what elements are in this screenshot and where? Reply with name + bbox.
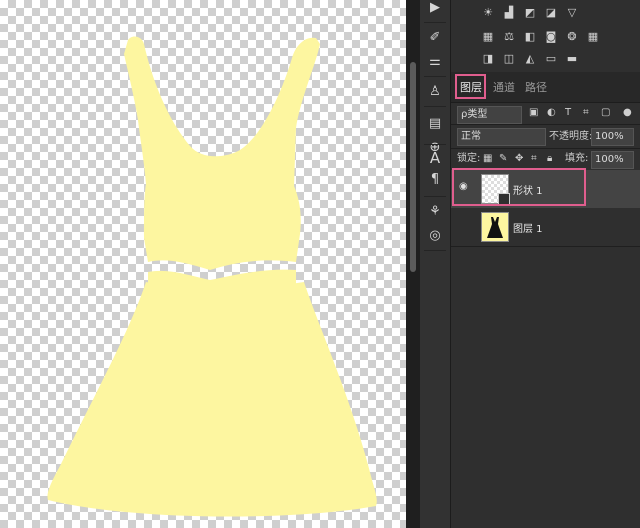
character-icon[interactable]: A	[420, 146, 450, 170]
adjustments-row-3: ◨ ◫ ◭ ▭ ▬	[481, 52, 579, 70]
panel-icon-strip: ▶ ✐ ⚌ ♙ ▤ ⊕ A ¶ ⚘ ◎	[420, 0, 451, 528]
gradient-map-icon[interactable]: ▭	[544, 52, 558, 66]
adjustment-filter-icon[interactable]: ◐	[547, 104, 556, 122]
scrollbar-thumb[interactable]	[410, 62, 416, 272]
curves-icon[interactable]: ◩	[523, 6, 537, 20]
brush-settings-icon[interactable]: ✐	[420, 26, 450, 50]
blend-row: 正常 不透明度: 100%	[451, 126, 640, 148]
dress-shape	[47, 36, 377, 517]
posterize-icon[interactable]: ◫	[502, 52, 516, 66]
photo-filter-icon[interactable]: ◙	[544, 30, 558, 44]
opacity-label: 不透明度:	[549, 131, 593, 142]
invert-icon[interactable]: ◨	[481, 52, 495, 66]
document-canvas[interactable]	[0, 0, 406, 528]
exposure-icon[interactable]: ◪	[544, 6, 558, 20]
libraries-icon[interactable]: ⚘	[420, 200, 450, 224]
threshold-icon[interactable]: ◭	[523, 52, 537, 66]
lock-label: 锁定:	[457, 153, 481, 164]
vibrance-icon[interactable]: ▽	[565, 6, 579, 20]
panel-tabs: 图层 通道 路径	[451, 72, 640, 103]
brightness-icon[interactable]: ☀	[481, 6, 495, 20]
layer-row-pixel[interactable]: 图层 1	[451, 208, 640, 246]
pixel-filter-icon[interactable]: ▣	[529, 104, 538, 122]
lock-artboard-icon[interactable]: ⌗	[531, 150, 537, 168]
type-filter-icon[interactable]: T	[565, 104, 571, 122]
tab-paths[interactable]: 路径	[525, 79, 547, 95]
opacity-field[interactable]: 100%	[591, 128, 634, 146]
fill-field[interactable]: 100%	[591, 151, 634, 169]
dress-bodice	[124, 36, 320, 270]
lock-position-icon[interactable]: ✥	[515, 150, 523, 168]
blend-mode-select[interactable]: 正常	[457, 128, 546, 146]
layer-highlight	[452, 168, 586, 206]
kind-filter-select[interactable]: ρ类型	[457, 106, 522, 124]
filter-row: ρ类型 ▣ ◐ T ⌗ ▢ ●	[451, 104, 640, 126]
lock-transparent-icon[interactable]: ▦	[483, 150, 492, 168]
selective-color-icon[interactable]: ▬	[565, 52, 579, 66]
lock-pixels-icon[interactable]: ✎	[499, 150, 507, 168]
color-balance-icon[interactable]: ⚖	[502, 30, 516, 44]
right-panel-area: ☀ ▟ ◩ ◪ ▽ ▦ ⚖ ◧ ◙ ❂ ▦ ◨ ◫ ◭ ▭ ▬ 图层 通道 路径…	[451, 0, 640, 528]
canvas-scrollbar[interactable]	[406, 0, 420, 528]
paragraph-icon[interactable]: ¶	[420, 168, 450, 192]
lock-all-icon[interactable]: 🔒︎	[547, 150, 552, 168]
fill-label: 填充:	[565, 153, 589, 164]
tab-channels[interactable]: 通道	[493, 79, 515, 95]
shape-filter-icon[interactable]: ⌗	[583, 104, 589, 122]
black-white-icon[interactable]: ◧	[523, 30, 537, 44]
filter-toggle-icon[interactable]: ●	[623, 104, 632, 122]
channel-mixer-icon[interactable]: ❂	[565, 30, 579, 44]
creative-cloud-icon[interactable]: ◎	[420, 224, 450, 248]
clone-stamp-icon[interactable]: ♙	[420, 80, 450, 104]
layer-name[interactable]: 图层 1	[513, 220, 543, 235]
adjustments-row-1: ☀ ▟ ◩ ◪ ▽	[481, 6, 579, 24]
play-icon[interactable]: ▶	[420, 0, 450, 20]
adjustments-row-2: ▦ ⚖ ◧ ◙ ❂ ▦	[481, 30, 600, 48]
dress-thumbnail-icon	[487, 217, 503, 238]
properties-icon[interactable]: ▤	[420, 112, 450, 136]
tab-layers[interactable]: 图层	[460, 79, 482, 95]
layer-thumbnail	[481, 212, 509, 242]
smart-object-filter-icon[interactable]: ▢	[601, 104, 610, 122]
color-lookup-icon[interactable]: ▦	[586, 30, 600, 44]
dress-skirt	[47, 282, 377, 517]
adjust-sliders-icon[interactable]: ⚌	[420, 50, 450, 74]
hue-saturation-icon[interactable]: ▦	[481, 30, 495, 44]
levels-icon[interactable]: ▟	[502, 6, 516, 20]
